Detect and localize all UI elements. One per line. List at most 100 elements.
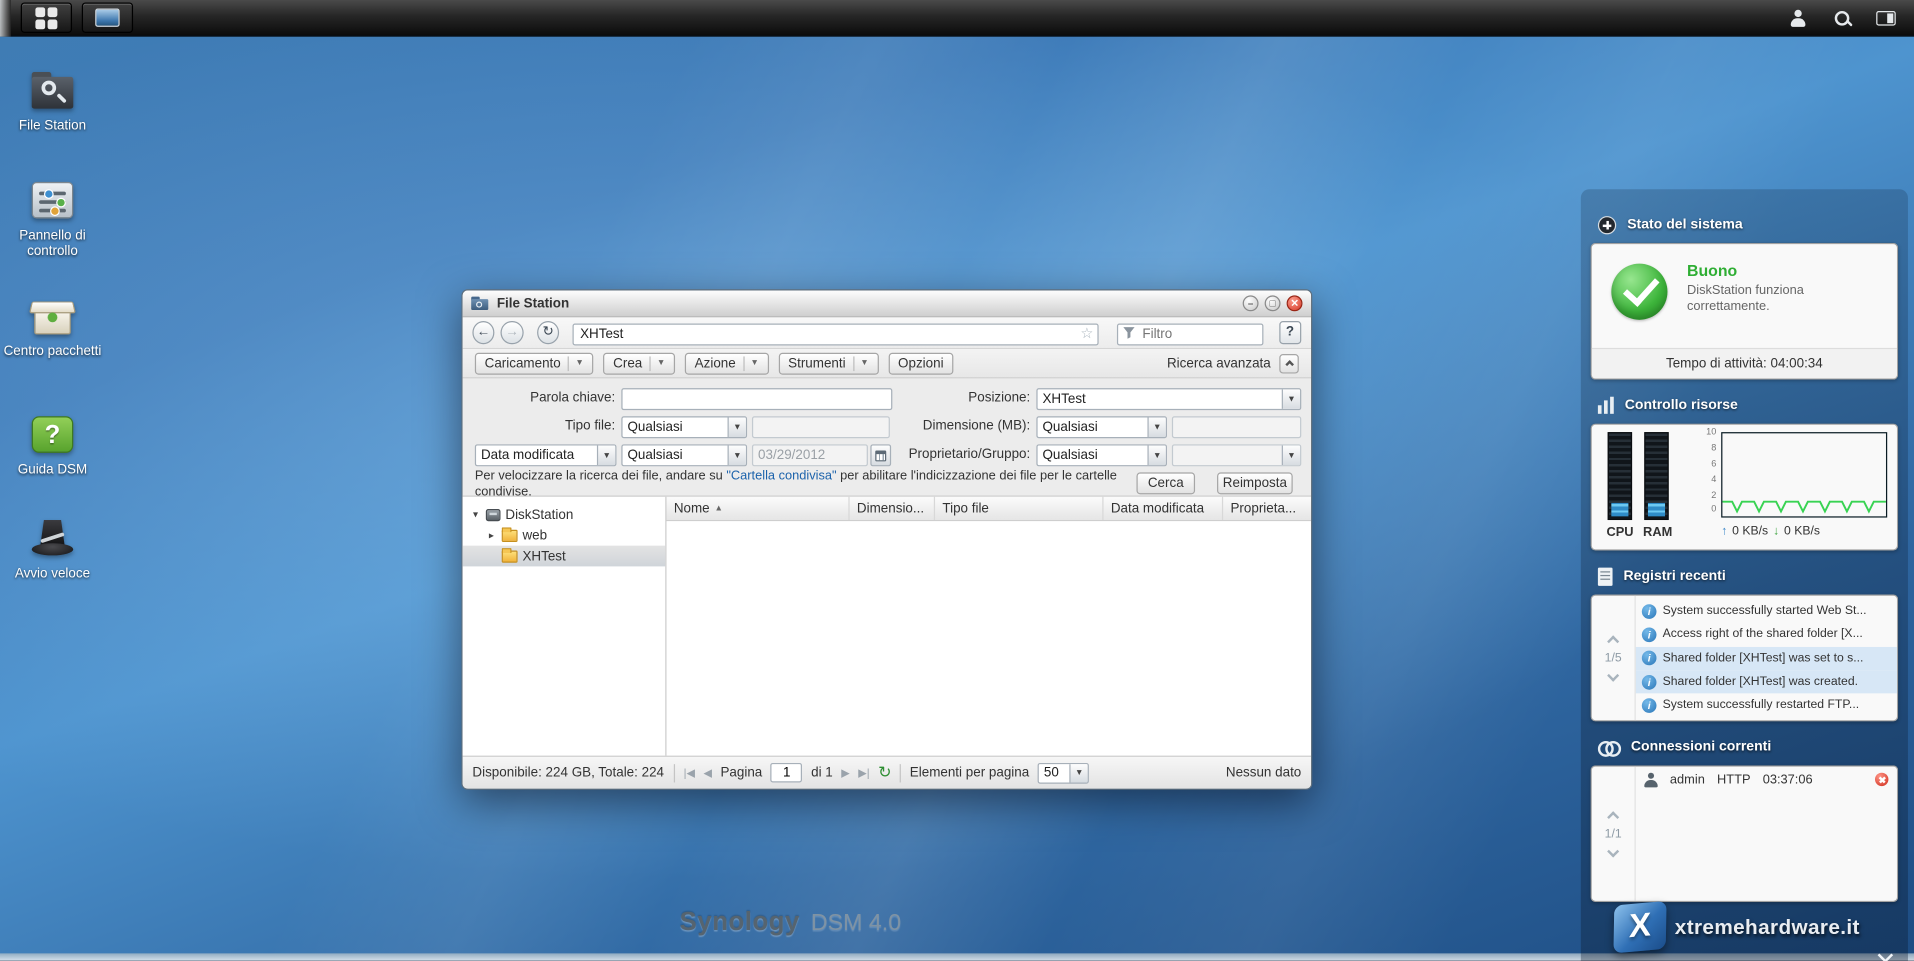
filter-input[interactable] <box>1117 323 1263 345</box>
column-header-owner[interactable]: Proprieta... <box>1223 497 1311 520</box>
position-select[interactable]: XHTest▼ <box>1036 388 1301 410</box>
prev-page-button[interactable]: ◀ <box>703 767 711 779</box>
graph-scale-tick: 0 <box>1694 504 1716 514</box>
back-button[interactable]: ← <box>472 321 494 344</box>
desktop-icon-quick-start[interactable]: Avvio veloce <box>0 516 105 582</box>
column-header-filetype[interactable]: Tipo file <box>935 497 1103 520</box>
shared-folder-link[interactable]: "Cartella condivisa" <box>726 469 836 484</box>
upload-arrow-icon: ↑ <box>1721 525 1727 538</box>
widgets-toggle-button[interactable] <box>1870 2 1902 34</box>
tree-item-xhtest[interactable]: XHTest <box>463 546 666 567</box>
upload-button[interactable]: Caricamento▼ <box>475 352 594 374</box>
options-button[interactable]: Opzioni <box>888 352 953 374</box>
disconnect-button[interactable] <box>1875 773 1888 786</box>
last-page-button[interactable]: ▶| <box>858 767 869 779</box>
search-submit-button[interactable]: Cerca <box>1136 472 1195 494</box>
folder-icon <box>502 550 518 562</box>
chevron-down-icon: ▼ <box>568 356 584 371</box>
desktop-icon-label: Pannello di controllo <box>0 228 105 260</box>
column-header-size[interactable]: Dimensio... <box>850 497 935 520</box>
help-button[interactable]: ? <box>1279 321 1301 344</box>
bookmark-star-icon[interactable]: ☆ <box>1080 323 1093 343</box>
owner-extra-select: ▼ <box>1172 444 1301 466</box>
per-page-select[interactable]: 50▼ <box>1038 762 1089 783</box>
page-number-input[interactable] <box>771 763 803 783</box>
brand-version: DSM 4.0 <box>811 911 901 937</box>
list-refresh-button[interactable]: ↻ <box>878 763 891 783</box>
chevron-down-icon: ▼ <box>1282 389 1300 409</box>
info-icon <box>1642 674 1657 689</box>
first-page-button[interactable]: |◀ <box>684 767 695 779</box>
window-statusbar: Disponibile: 224 GB, Totale: 224 G |◀ ◀ … <box>463 756 1311 789</box>
log-entry[interactable]: System successfully restarted FTP... <box>1636 694 1897 718</box>
connections-page-indicator: 1/1 <box>1605 827 1622 840</box>
pager-down-button[interactable] <box>1607 845 1619 857</box>
chevron-down-icon: ▼ <box>728 417 746 437</box>
minimize-button[interactable]: – <box>1243 295 1259 311</box>
next-page-button[interactable]: ▶ <box>841 767 849 779</box>
desktop-icon-file-station[interactable]: File Station <box>0 68 105 134</box>
log-entry[interactable]: Shared folder [XHTest] was set to s... <box>1636 646 1897 670</box>
log-entry[interactable]: System successfully started Web St... <box>1636 599 1897 623</box>
file-list: Nome▲ Dimensio... Tipo file Data modific… <box>667 497 1312 756</box>
chevron-down-icon: ▼ <box>728 446 746 466</box>
close-button[interactable]: ✕ <box>1287 295 1303 311</box>
column-header-name[interactable]: Nome▲ <box>667 497 850 520</box>
connection-row[interactable]: admin HTTP 03:37:06 <box>1636 767 1897 793</box>
column-header-modified[interactable]: Data modificata <box>1104 497 1224 520</box>
dsm-help-icon: ? <box>28 413 77 457</box>
owner-select[interactable]: Qualsiasi▼ <box>1036 444 1167 466</box>
resource-monitor-card: CPU RAM 10 8 6 4 2 0 ↑0 KB/s ↓0 KB/s <box>1591 424 1899 551</box>
maximize-button[interactable]: □ <box>1265 295 1281 311</box>
desktop-icon-dsm-help[interactable]: ? Guida DSM <box>0 413 105 479</box>
search-reset-button[interactable]: Reimposta <box>1217 472 1293 494</box>
screen: File Station Pannello di controllo Centr… <box>0 0 1914 961</box>
expander-icon[interactable]: ▾ <box>470 509 481 520</box>
tools-button[interactable]: Strumenti▼ <box>778 352 878 374</box>
main-menu-grid-icon <box>35 7 57 29</box>
info-icon <box>1642 651 1657 666</box>
window-navbar: ← → ↻ ☆ ? <box>463 317 1311 349</box>
log-entry[interactable]: Shared folder [XHTest] was created. <box>1636 670 1897 694</box>
refresh-button[interactable]: ↻ <box>537 321 559 344</box>
tree-item-diskstation[interactable]: ▾ DiskStation <box>463 504 666 525</box>
user-icon <box>1788 8 1808 28</box>
resource-monitor-header: Controllo risorse <box>1581 389 1908 421</box>
size-select[interactable]: Qualsiasi▼ <box>1036 416 1167 438</box>
connection-time: 03:37:06 <box>1763 772 1813 787</box>
global-search-button[interactable] <box>1826 2 1858 34</box>
forward-button[interactable]: → <box>501 321 523 344</box>
panel-icon <box>1876 10 1896 25</box>
desktop-icon-control-panel[interactable]: Pannello di controllo <box>0 178 105 260</box>
graph-scale-tick: 6 <box>1694 459 1716 469</box>
search-hint: Per velocizzare la ricerca dei file, and… <box>475 469 1128 501</box>
keyword-input[interactable] <box>621 388 892 410</box>
file-list-body[interactable] <box>667 521 1312 755</box>
date-field-select[interactable]: Data modificata▼ <box>475 444 617 466</box>
chevron-down-icon: ▼ <box>597 446 615 466</box>
action-button[interactable]: Azione▼ <box>685 352 769 374</box>
main-menu-button[interactable] <box>21 2 72 33</box>
pilot-view-button[interactable] <box>82 2 133 33</box>
widgets-scroll-down-button[interactable] <box>1880 945 1891 961</box>
advanced-search-collapse-button[interactable] <box>1279 353 1299 373</box>
chevron-down-icon: ▼ <box>1147 417 1165 437</box>
chain-link-icon <box>1598 739 1620 756</box>
tree-item-web[interactable]: ▸ web <box>463 525 666 546</box>
address-input[interactable] <box>573 323 1099 345</box>
connection-user: admin <box>1670 772 1705 787</box>
expander-icon[interactable]: ▸ <box>486 530 497 541</box>
watermark: xtremehardware.it <box>1614 903 1860 951</box>
pager-down-button[interactable] <box>1607 669 1619 681</box>
desktop-icon-package-center[interactable]: Centro pacchetti <box>0 294 105 360</box>
date-match-select[interactable]: Qualsiasi▼ <box>621 444 747 466</box>
size-label: Dimensione (MB): <box>865 419 1030 434</box>
filetype-select[interactable]: Qualsiasi▼ <box>621 416 747 438</box>
pager-up-button[interactable] <box>1607 811 1619 823</box>
window-titlebar[interactable]: File Station – □ ✕ <box>463 291 1311 318</box>
create-button[interactable]: Crea▼ <box>603 352 675 374</box>
pager-up-button[interactable] <box>1607 635 1619 647</box>
log-entry[interactable]: Access right of the shared folder [X... <box>1636 623 1897 647</box>
user-menu-button[interactable] <box>1782 2 1814 34</box>
desktop-icon-label: Avvio veloce <box>0 566 105 582</box>
